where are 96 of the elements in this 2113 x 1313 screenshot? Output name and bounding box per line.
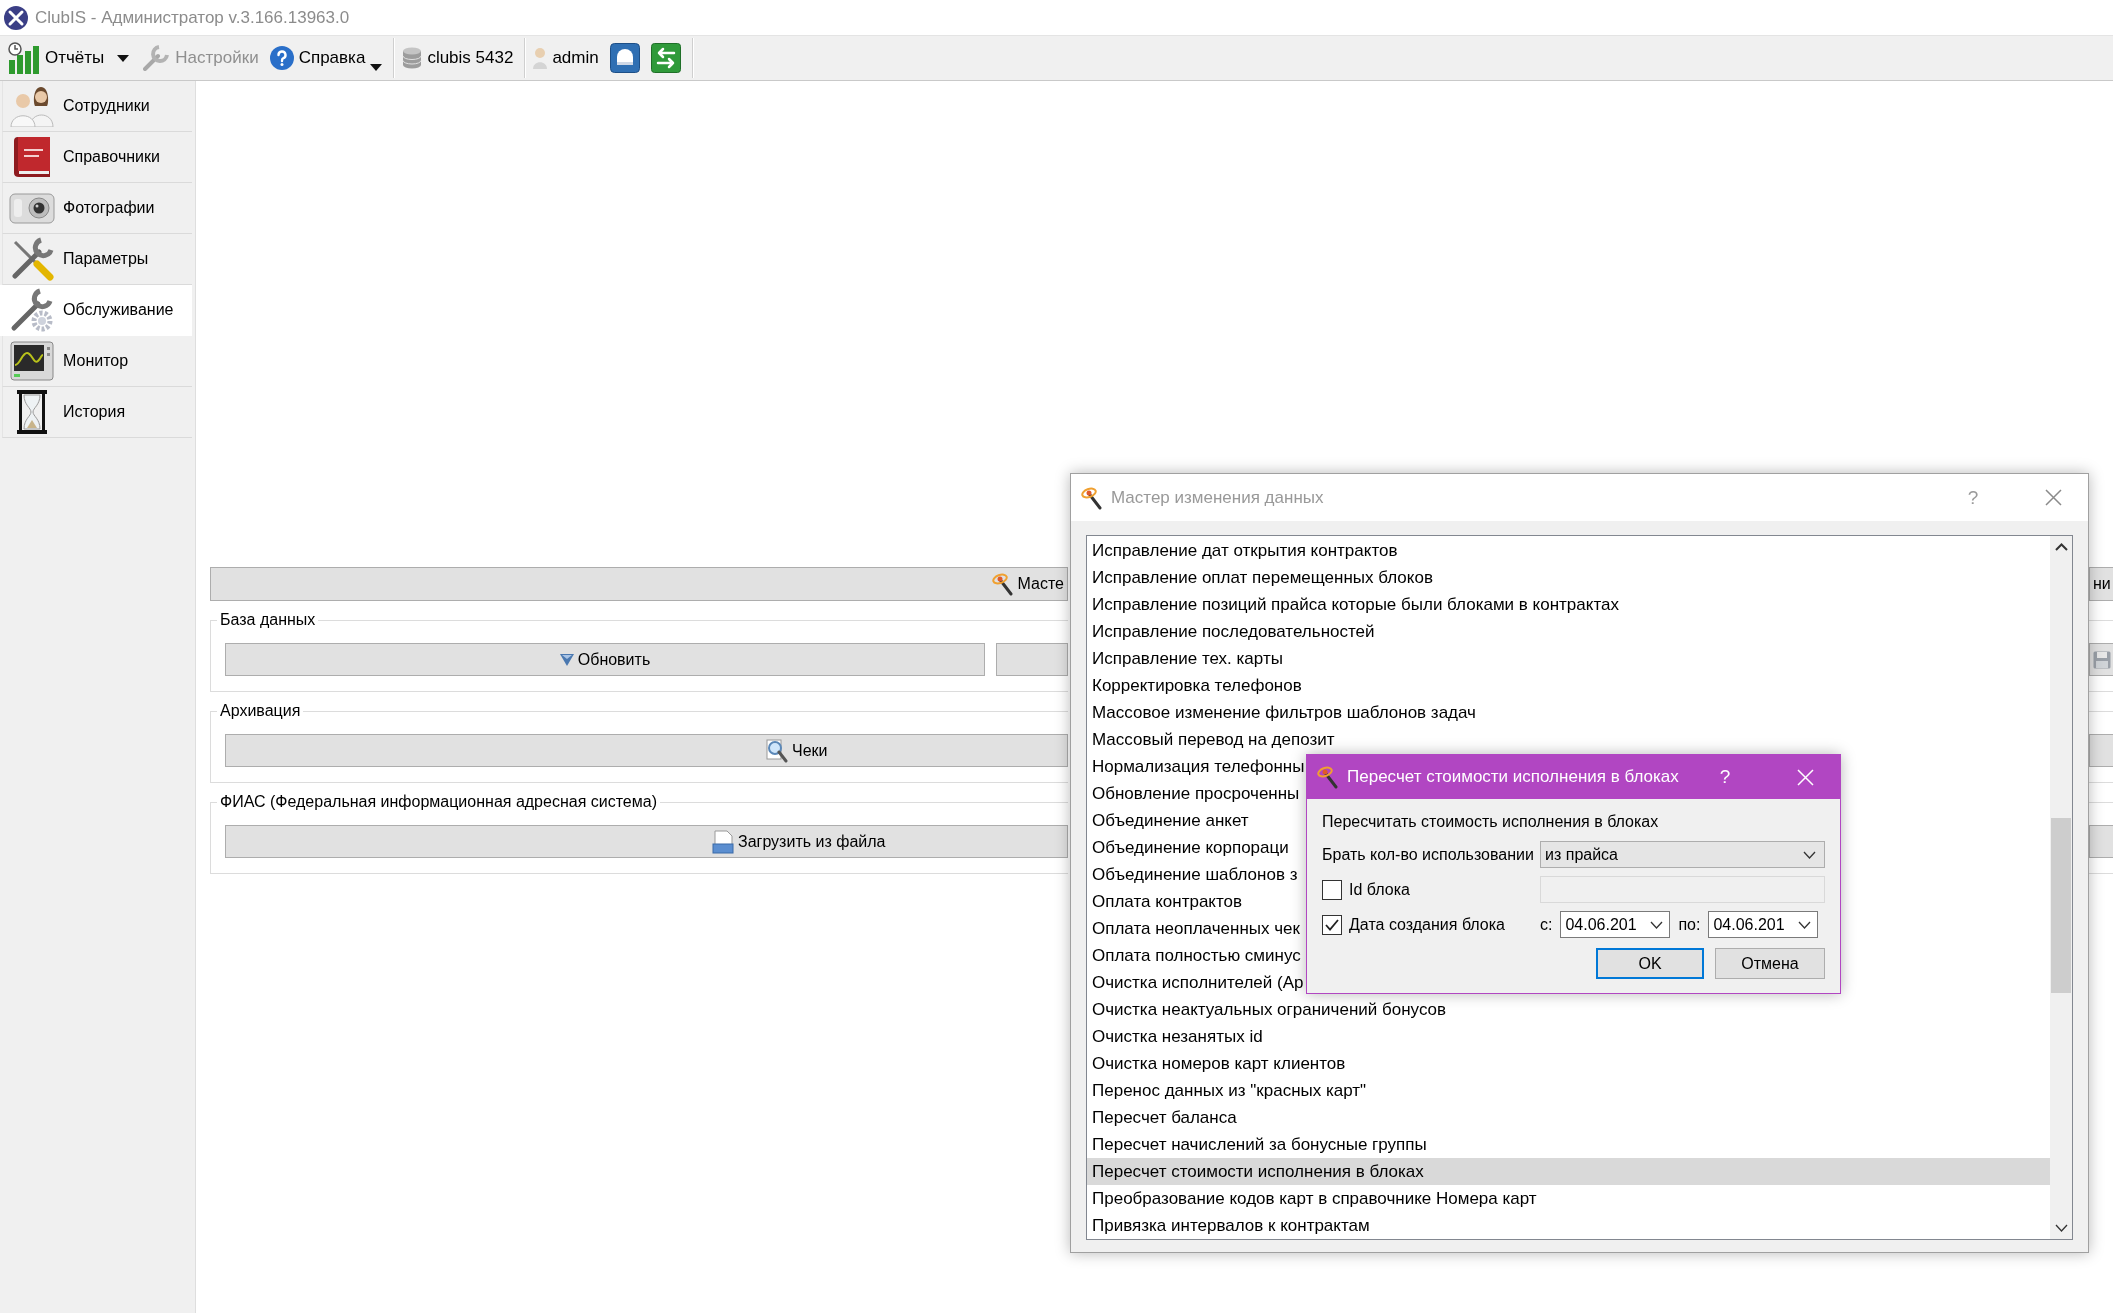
list-item[interactable]: Привязка интервалов к контрактам xyxy=(1087,1212,1375,1239)
checkbox[interactable] xyxy=(1322,914,1342,935)
field-label: по: xyxy=(1678,915,1701,934)
list-item[interactable]: Массовое изменение фильтров шаблонов задач xyxy=(1087,699,1481,726)
caret-icon xyxy=(370,64,383,71)
list-item[interactable]: Оплата полностью сминус xyxy=(1087,942,1306,969)
list-item[interactable]: Пересчет стоимости исполнения в блоках xyxy=(1087,1158,2050,1185)
list-item[interactable]: Оплата неоплаченных чек xyxy=(1087,915,1305,942)
chevron-down-icon xyxy=(1803,850,1816,859)
list-item[interactable]: Нормализация телефонны xyxy=(1087,753,1310,780)
chevron-down-icon[interactable] xyxy=(2054,1224,2068,1232)
down-arrow-icon xyxy=(559,653,574,666)
date-field[interactable]: 04.06.201 xyxy=(1708,911,1819,938)
group-title: База данных xyxy=(219,610,317,630)
action-button[interactable] xyxy=(2089,643,2113,676)
action-button[interactable]: Обновить xyxy=(225,643,985,676)
wrench-gear-icon xyxy=(10,288,54,332)
sidebar-item[interactable]: История xyxy=(2,387,192,438)
close-icon[interactable] xyxy=(2044,489,2062,506)
action-button[interactable]: Чеки xyxy=(225,734,1068,767)
dialog-title: Пересчет стоимости исполнения в блоках xyxy=(1347,767,1679,787)
people-icon xyxy=(10,85,54,127)
list-item[interactable]: Очистка номеров карт клиентов xyxy=(1087,1050,1351,1077)
action-button[interactable]: Масте xyxy=(210,567,1068,601)
swap-arrows-icon[interactable] xyxy=(650,43,681,73)
check-icon xyxy=(1325,918,1339,931)
action-button[interactable]: Загрузить из файла xyxy=(225,825,1068,858)
scrollbar[interactable] xyxy=(2050,536,2072,1239)
sidebar-item[interactable]: Параметры xyxy=(2,234,192,285)
tools-icon xyxy=(10,237,54,281)
group-title: Архивация xyxy=(219,701,302,721)
list-item[interactable]: Пересчет баланса xyxy=(1087,1104,1242,1131)
checkbox-label: Id блока xyxy=(1349,880,1410,899)
sidebar-item[interactable]: Сотрудники xyxy=(2,81,192,132)
toolbar-button[interactable]: clubis 5432 xyxy=(399,39,517,77)
toolbar-button[interactable]: admin xyxy=(530,39,602,77)
help-button[interactable]: ? xyxy=(1712,762,1738,792)
checkbox[interactable] xyxy=(1322,879,1342,900)
sidebar-item[interactable]: Обслуживание xyxy=(0,285,192,336)
magnifier-icon xyxy=(766,738,788,763)
help-icon xyxy=(269,46,294,70)
list-item[interactable]: Исправление оплат перемещенных блоков xyxy=(1087,564,1438,591)
app-icon xyxy=(4,5,28,30)
list-item[interactable]: Массовый перевод на депозит xyxy=(1087,726,1340,753)
window-title: ClubIS - Администратор v.3.166.13963.0 xyxy=(35,7,350,28)
list-item[interactable]: Корректировка телефонов xyxy=(1087,672,1307,699)
database-icon xyxy=(402,47,423,69)
sidebar-item[interactable]: Монитор xyxy=(2,336,192,387)
action-button[interactable]: ни xyxy=(2089,567,2113,601)
lock-icon[interactable] xyxy=(609,43,640,73)
group-title: ФИАС (Федеральная информационная адресная система) xyxy=(219,792,658,812)
scrollbar-thumb[interactable] xyxy=(2051,818,2071,993)
list-item[interactable]: Объединение корпораци xyxy=(1087,834,1294,861)
field-label: Брать кол-во использовании xyxy=(1322,845,1535,864)
list-item[interactable]: Исправление позиций прайса которые были блоками в контрактах xyxy=(1087,591,1624,618)
dialog-button[interactable]: Отмена xyxy=(1715,948,1825,979)
wrench-icon xyxy=(142,44,171,72)
wand-icon xyxy=(1081,485,1103,510)
checkbox-label: Дата создания блока xyxy=(1349,915,1505,934)
list-item[interactable]: Оплата контрактов xyxy=(1087,888,1248,915)
list-item[interactable]: Пересчет начислений за бонусные группы xyxy=(1087,1131,1432,1158)
menu-button[interactable]: Справка xyxy=(266,39,386,77)
save-icon xyxy=(2093,650,2111,669)
dialog-title: Мастер изменения данных xyxy=(1111,487,1324,508)
camera-icon xyxy=(9,192,55,224)
toolbar-button[interactable]: Отчёты xyxy=(5,39,108,77)
list-item[interactable]: Объединение шаблонов з xyxy=(1087,861,1303,888)
monitor-icon xyxy=(10,341,54,381)
list-item[interactable]: Объединение анкет xyxy=(1087,807,1254,834)
list-item[interactable]: Очистка исполнителей (Ар xyxy=(1087,969,1309,996)
list-item[interactable]: Очистка незанятых id xyxy=(1087,1023,1268,1050)
book-icon xyxy=(13,136,51,178)
wand-icon xyxy=(1317,765,1339,789)
dialog-text: Пересчитать стоимость исполнения в блоках xyxy=(1322,812,1660,832)
caret-icon[interactable] xyxy=(117,54,130,62)
hourglass-icon xyxy=(17,390,47,434)
user-icon xyxy=(533,47,548,69)
chevron-up-icon[interactable] xyxy=(2054,543,2068,551)
list-item[interactable]: Перенос данных из "красных карт" xyxy=(1087,1077,1372,1104)
document-icon xyxy=(712,829,734,854)
list-item[interactable]: Исправление последовательностей xyxy=(1087,618,1380,645)
list-item[interactable]: Исправление дат открытия контрактов xyxy=(1087,537,1403,564)
chevron-down-icon xyxy=(1798,920,1812,929)
list-item[interactable]: Преобразование кодов карт в справочнике Номера карт xyxy=(1087,1185,1542,1212)
dropdown[interactable]: из прайса xyxy=(1540,841,1825,868)
wand-icon xyxy=(991,572,1014,596)
chevron-down-icon xyxy=(1650,920,1664,929)
list-item[interactable]: Исправление тех. карты xyxy=(1087,645,1288,672)
list-item[interactable]: Обновление просроченны xyxy=(1087,780,1305,807)
sidebar-item[interactable]: Справочники xyxy=(2,132,192,183)
sidebar-item[interactable]: Фотографии xyxy=(2,183,192,234)
field-label: с: xyxy=(1540,915,1553,934)
list-item[interactable]: Очистка неактуальных ограничений бонусов xyxy=(1087,996,1452,1023)
dialog-button[interactable]: OK xyxy=(1596,948,1704,979)
date-field[interactable]: 04.06.201 xyxy=(1560,911,1671,938)
bar-chart-icon xyxy=(8,42,40,74)
